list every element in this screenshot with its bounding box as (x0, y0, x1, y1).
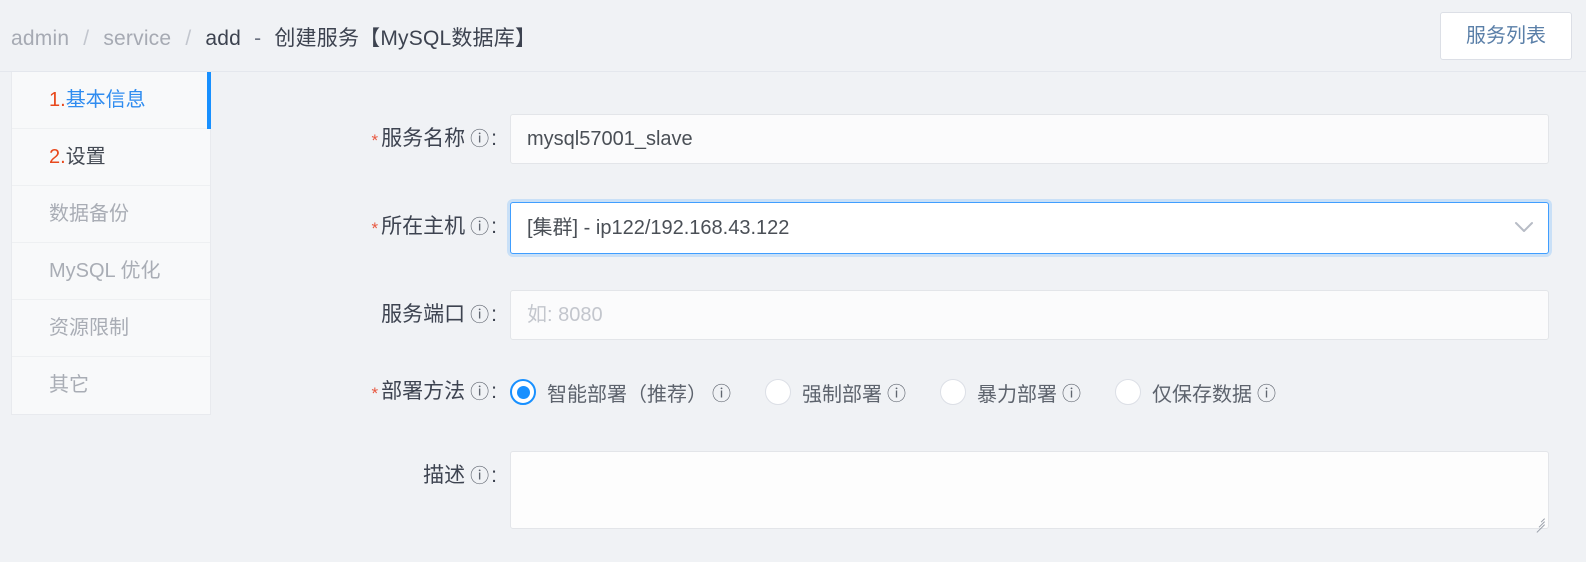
sidebar-item-number: 2. (49, 146, 66, 168)
breadcrumb-item-add[interactable]: add (205, 27, 241, 50)
breadcrumb-item-service[interactable]: service (103, 27, 171, 50)
form-row-host: * 所在主机 ⓘ: [集群] - ip122/192.168.43.122 (240, 202, 1570, 254)
host-select-value: [集群] - ip122/192.168.43.122 (527, 217, 790, 239)
sidebar-item-resource-limit[interactable]: 资源限制 (12, 300, 210, 357)
help-icon[interactable]: ⓘ (465, 203, 491, 253)
sidebar-item-data-backup[interactable]: 数据备份 (12, 186, 210, 243)
deploy-method-label: * 部署方法 ⓘ: (240, 367, 510, 419)
port-input[interactable]: 如: 8080 (510, 290, 1549, 340)
sidebar-item-label: 资源限制 (49, 317, 129, 339)
description-textarea[interactable] (510, 451, 1549, 533)
radio-label: 仅保存数据 (1152, 383, 1253, 406)
required-asterisk: * (371, 219, 379, 238)
radio-label: 强制部署 (802, 383, 883, 406)
resize-handle-icon[interactable] (1533, 514, 1545, 533)
help-icon[interactable]: ⓘ (1057, 379, 1083, 406)
host-field: [集群] - ip122/192.168.43.122 (510, 202, 1570, 254)
breadcrumb: admin / service / add - 创建服务【MySQL数据库】 (11, 22, 536, 52)
port-label-text: 服务端口 (381, 303, 466, 326)
page-title: 创建服务【MySQL数据库】 (274, 27, 537, 50)
help-icon[interactable]: ⓘ (465, 452, 491, 502)
service-name-field: mysql57001_slave (510, 114, 1570, 164)
service-name-label-text: 服务名称 (381, 127, 466, 150)
sidebar-item-other[interactable]: 其它 (12, 357, 210, 414)
help-icon[interactable]: ⓘ (465, 368, 491, 418)
description-label: 描述 ⓘ: (240, 451, 510, 502)
host-select[interactable]: [集群] - ip122/192.168.43.122 (510, 202, 1549, 254)
radio-indicator[interactable] (940, 379, 967, 405)
deploy-method-radio-group: 智能部署（推荐） ⓘ 强制部署 ⓘ 暴力部署 ⓘ 仅保存数据 ⓘ (510, 367, 1570, 417)
label-colon: : (491, 464, 497, 487)
sidebar-item-label: 其它 (49, 374, 89, 396)
sidebar-item-number: 1. (49, 89, 66, 111)
help-icon[interactable]: ⓘ (465, 291, 491, 341)
radio-option-force-deploy[interactable]: 强制部署 ⓘ (765, 378, 908, 407)
deploy-method-label-text: 部署方法 (381, 380, 466, 403)
deploy-method-field: 智能部署（推荐） ⓘ 强制部署 ⓘ 暴力部署 ⓘ 仅保存数据 ⓘ (510, 367, 1570, 417)
help-icon[interactable]: ⓘ (465, 115, 491, 165)
radio-indicator[interactable] (765, 379, 792, 405)
sidebar-item-mysql-optimization[interactable]: MySQL 优化 (12, 243, 210, 300)
sidebar-item-basic-info[interactable]: 1.基本信息 (12, 72, 211, 129)
radio-indicator-selected[interactable] (510, 379, 536, 405)
sidebar-item-label: 数据备份 (49, 203, 129, 225)
breadcrumb-separator: / (185, 27, 192, 50)
radio-label: 智能部署（推荐） (547, 383, 707, 406)
radio-indicator[interactable] (1115, 379, 1142, 405)
port-label: 服务端口 ⓘ: (240, 290, 510, 341)
sidebar-item-label: MySQL 优化 (49, 260, 161, 282)
sidebar-item-settings[interactable]: 2.设置 (12, 129, 210, 186)
breadcrumb-separator: / (83, 27, 90, 50)
help-icon[interactable]: ⓘ (707, 379, 733, 406)
host-label: * 所在主机 ⓘ: (240, 202, 510, 254)
form-row-deploy-method: * 部署方法 ⓘ: 智能部署（推荐） ⓘ 强制部署 ⓘ 暴力部署 ⓘ 仅保存数据… (240, 367, 1570, 419)
radio-option-save-data-only[interactable]: 仅保存数据 ⓘ (1115, 378, 1278, 407)
service-list-button[interactable]: 服务列表 (1440, 12, 1572, 60)
breadcrumb-dash: - (254, 27, 262, 50)
radio-option-smart-deploy[interactable]: 智能部署（推荐） ⓘ (510, 378, 733, 407)
required-asterisk: * (371, 131, 379, 150)
chevron-down-icon[interactable] (1514, 203, 1534, 253)
label-colon: : (491, 380, 497, 403)
form-row-port: 服务端口 ⓘ: 如: 8080 (240, 290, 1570, 341)
host-label-text: 所在主机 (381, 215, 466, 238)
breadcrumb-item-admin[interactable]: admin (11, 27, 69, 50)
required-asterisk: * (371, 384, 379, 403)
port-field: 如: 8080 (510, 290, 1570, 340)
page-header: admin / service / add - 创建服务【MySQL数据库】 服… (0, 0, 1586, 72)
service-name-label: * 服务名称 ⓘ: (240, 114, 510, 166)
sidebar-item-label: 基本信息 (65, 89, 146, 111)
radio-option-violent-deploy[interactable]: 暴力部署 ⓘ (940, 378, 1083, 407)
description-field (510, 451, 1570, 533)
label-colon: : (491, 215, 497, 238)
service-name-input[interactable]: mysql57001_slave (510, 114, 1549, 164)
create-service-form: * 服务名称 ⓘ: mysql57001_slave * 所在主机 ⓘ: [集群] - … (240, 72, 1570, 533)
description-label-text: 描述 (423, 464, 466, 487)
help-icon[interactable]: ⓘ (882, 379, 908, 406)
help-icon[interactable]: ⓘ (1252, 379, 1278, 406)
form-row-service-name: * 服务名称 ⓘ: mysql57001_slave (240, 114, 1570, 166)
sidebar-item-label: 设置 (65, 146, 106, 168)
step-sidebar: 1.基本信息 2.设置 数据备份 MySQL 优化 资源限制 其它 (11, 72, 211, 415)
label-colon: : (491, 303, 497, 326)
form-row-description: 描述 ⓘ: (240, 451, 1570, 533)
label-colon: : (491, 127, 497, 150)
radio-label: 暴力部署 (977, 383, 1058, 406)
